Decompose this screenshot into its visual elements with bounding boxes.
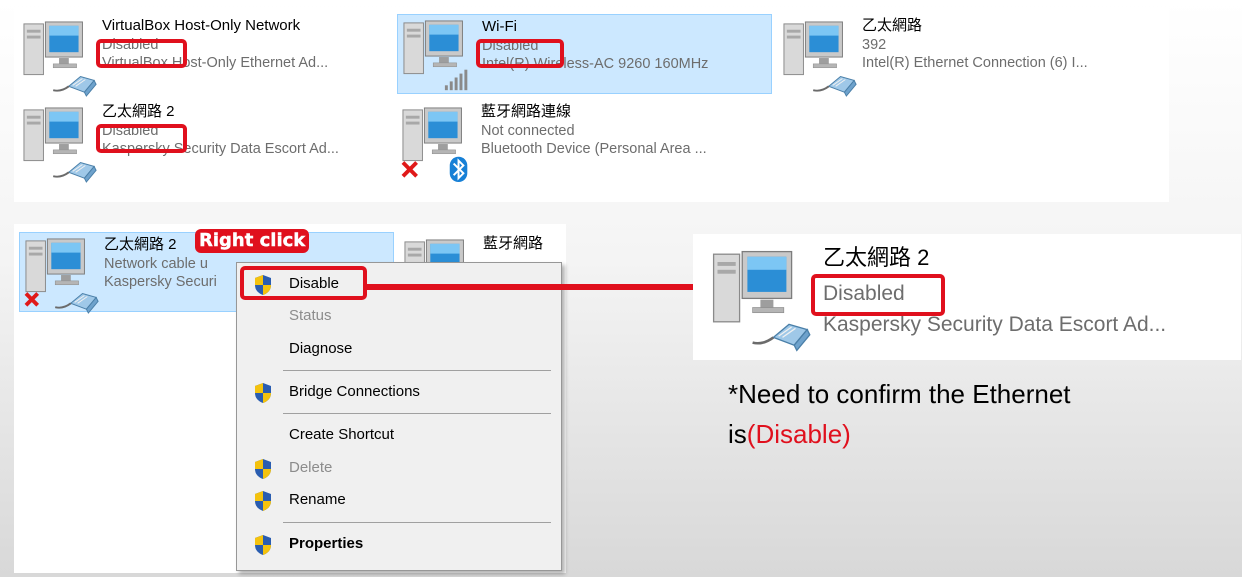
adapter-status: Not connected bbox=[481, 123, 575, 139]
result-panel: 乙太網路 2 Disabled Kaspersky Security Data … bbox=[693, 234, 1241, 360]
disabled-highlight bbox=[96, 39, 187, 68]
menu-item-label: Bridge Connections bbox=[289, 383, 420, 400]
menu-item-rename[interactable]: Rename bbox=[239, 485, 559, 517]
confirm-note: *Need to confirm the Ethernet is(Disable… bbox=[728, 374, 1071, 454]
adapter-ethernet-2[interactable]: 乙太網路 2 Disabled Kaspersky Security Data … bbox=[18, 100, 388, 186]
menu-item-bridge-connections[interactable]: Bridge Connections bbox=[239, 377, 559, 409]
menu-item-properties[interactable]: Properties bbox=[239, 529, 559, 561]
menu-separator bbox=[283, 413, 551, 414]
network-adapter-icon bbox=[23, 107, 98, 184]
menu-item-label: Delete bbox=[289, 459, 333, 476]
network-adapter-icon bbox=[24, 238, 100, 315]
menu-item-create-shortcut[interactable]: Create Shortcut bbox=[239, 420, 559, 452]
note-line-1: *Need to confirm the Ethernet bbox=[728, 379, 1071, 409]
menu-separator bbox=[283, 522, 551, 523]
shield-icon bbox=[255, 491, 271, 511]
menu-item-label: Status bbox=[289, 307, 332, 324]
adapter-name: VirtualBox Host-Only Network bbox=[102, 17, 301, 34]
disabled-highlight bbox=[476, 39, 564, 68]
menu-item-delete: Delete bbox=[239, 453, 559, 485]
network-connections-panel: VirtualBox Host-Only Network Disabled Vi… bbox=[14, 8, 1169, 202]
disabled-highlight bbox=[96, 124, 187, 153]
shield-icon bbox=[255, 459, 271, 479]
adapter-name: 藍牙網路 bbox=[483, 235, 544, 252]
note-line-2: is(Disable) bbox=[728, 414, 1071, 454]
adapter-name: Wi-Fi bbox=[482, 18, 517, 35]
menu-item-diagnose[interactable]: Diagnose bbox=[239, 334, 559, 366]
note-prefix: is bbox=[728, 419, 747, 449]
adapter-name: 乙太網路 bbox=[862, 17, 923, 34]
shield-icon bbox=[255, 383, 271, 403]
menu-item-label: Rename bbox=[289, 491, 346, 508]
adapter-name: 藍牙網路連線 bbox=[481, 103, 572, 120]
network-adapter-icon bbox=[783, 21, 858, 98]
shield-icon bbox=[255, 535, 271, 555]
menu-item-status: Status bbox=[239, 301, 559, 333]
menu-item-label: Diagnose bbox=[289, 340, 353, 357]
adapter-bluetooth[interactable]: 藍牙網路連線 Not connected Bluetooth Device (P… bbox=[397, 100, 772, 186]
bluetooth-adapter-icon bbox=[401, 107, 468, 183]
context-menu: Disable Status Diagnose Bridge Connectio… bbox=[236, 262, 562, 571]
adapter-device: Bluetooth Device (Personal Area ... bbox=[481, 141, 707, 157]
adapter-status: 392 bbox=[862, 37, 887, 53]
wifi-adapter-icon bbox=[403, 20, 468, 91]
adapter-name: 乙太網路 2 bbox=[823, 245, 930, 270]
network-adapter-icon bbox=[23, 21, 98, 98]
adapter-device: Kaspersky Securi bbox=[104, 274, 217, 290]
menu-separator bbox=[283, 370, 551, 371]
menu-item-label: Create Shortcut bbox=[289, 426, 395, 443]
network-adapter-icon bbox=[712, 250, 812, 352]
adapter-wifi[interactable]: Wi-Fi Disabled Intel(R) Wireless-AC 9260… bbox=[397, 14, 772, 94]
disabled-highlight bbox=[811, 274, 945, 316]
right-click-callout: Right click bbox=[195, 229, 310, 253]
menu-item-label: Properties bbox=[289, 535, 364, 552]
disable-highlight bbox=[240, 266, 367, 300]
adapter-name: 乙太網路 2 bbox=[102, 103, 175, 120]
adapter-virtualbox[interactable]: VirtualBox Host-Only Network Disabled Vi… bbox=[18, 14, 388, 100]
note-highlight: (Disable) bbox=[746, 419, 851, 449]
adapter-device: Intel(R) Ethernet Connection (6) I... bbox=[862, 55, 1088, 71]
adapter-ethernet[interactable]: 乙太網路 392 Intel(R) Ethernet Connection (6… bbox=[778, 14, 1168, 100]
adapter-status: Network cable u bbox=[104, 256, 208, 272]
